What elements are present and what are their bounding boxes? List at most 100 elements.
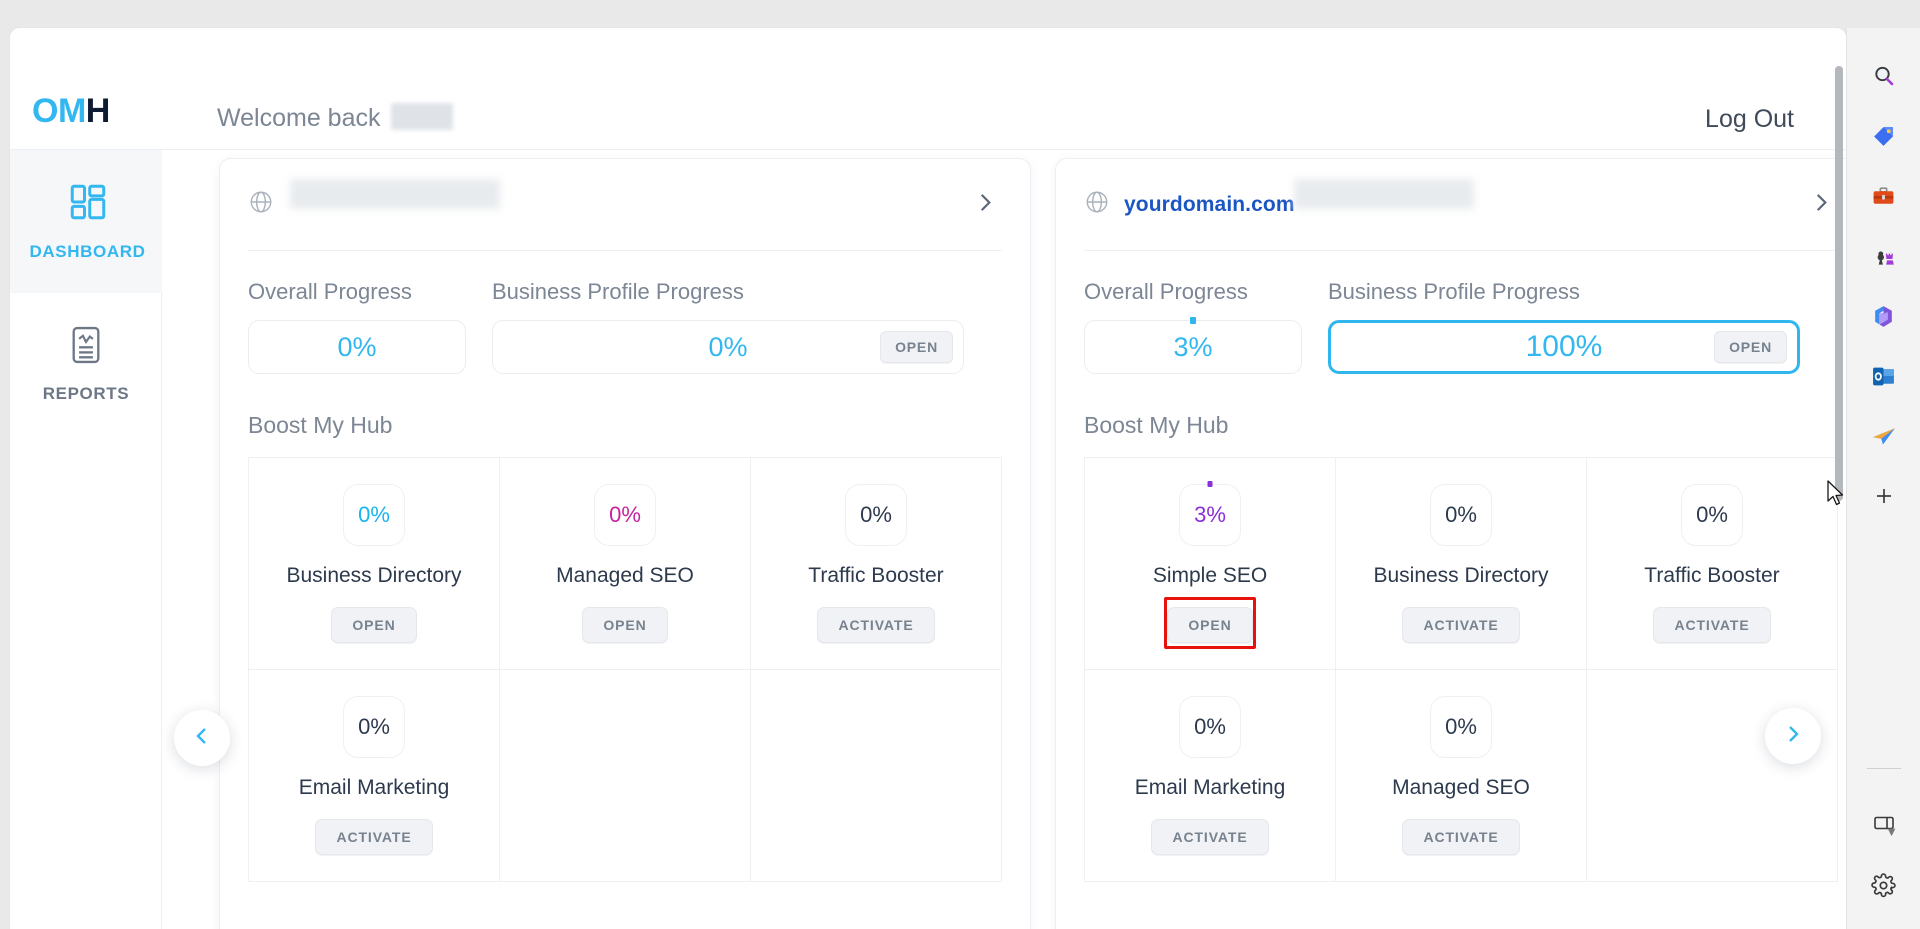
domain-open-chevron-icon[interactable] xyxy=(972,189,998,220)
boost-tile[interactable]: 0% Traffic Booster ACTIVATE xyxy=(1587,458,1838,670)
boost-tile-empty xyxy=(500,670,751,882)
page-scrollbar-thumb[interactable] xyxy=(1835,66,1843,501)
tile-action-button[interactable]: ACTIVATE xyxy=(817,607,935,643)
tile-action-button[interactable]: OPEN xyxy=(582,607,668,643)
overall-progress-box[interactable]: 0% xyxy=(248,320,466,374)
app-header: OMH Welcome back Log Out xyxy=(10,28,1846,150)
screen: OMH Welcome back Log Out DASHBOARD REPOR… xyxy=(0,0,1920,929)
progress-tick-marker xyxy=(1207,481,1213,487)
overall-progress-value: 3% xyxy=(1173,331,1213,362)
domain-card: yourdomain.com Overall Progress 3% Busin… xyxy=(1055,158,1846,929)
microsoft-365-icon[interactable] xyxy=(1866,298,1902,334)
tile-name: Email Marketing xyxy=(298,776,450,799)
boost-my-hub-title: Boost My Hub xyxy=(248,412,393,438)
boost-tile[interactable]: 3% Simple SEO OPEN xyxy=(1085,458,1336,670)
tile-progress-value: 0% xyxy=(1445,714,1477,739)
boost-tile[interactable]: 0% Managed SEO ACTIVATE xyxy=(1336,670,1587,882)
logout-button[interactable]: Log Out xyxy=(1705,105,1794,134)
tile-progress-value: 3% xyxy=(1194,502,1226,527)
redacted-domain xyxy=(290,179,500,209)
tile-name: Traffic Booster xyxy=(1644,564,1780,587)
tile-action-button[interactable]: ACTIVATE xyxy=(1402,819,1520,855)
boost-tile-grid: 3% Simple SEO OPEN 0% Business Directory… xyxy=(1084,457,1838,882)
tile-action-button[interactable]: OPEN xyxy=(1167,607,1253,643)
domain-card-header[interactable] xyxy=(248,159,1002,251)
progress-circle: 0% xyxy=(343,484,405,546)
add-plus-icon[interactable] xyxy=(1866,478,1902,514)
boost-my-hub-title: Boost My Hub xyxy=(1084,412,1229,438)
sidebar: DASHBOARD REPORTS xyxy=(10,150,162,929)
sidebar-item-reports-label: REPORTS xyxy=(42,384,130,403)
business-profile-progress-block: Business Profile Progress 100% OPEN xyxy=(1328,279,1800,374)
boost-tile[interactable]: 0% Email Marketing ACTIVATE xyxy=(249,670,500,882)
dashboard-grid-icon xyxy=(67,181,109,228)
tile-action-button[interactable]: ACTIVATE xyxy=(315,819,433,855)
progress-circle: 0% xyxy=(1430,484,1492,546)
overall-progress-block: Overall Progress 0% xyxy=(248,279,466,374)
progress-circle: 0% xyxy=(1430,696,1492,758)
search-icon[interactable] xyxy=(1866,58,1902,94)
business-profile-progress-value: 100% xyxy=(1525,330,1603,363)
tile-action-button[interactable]: ACTIVATE xyxy=(1151,819,1269,855)
chevron-right-icon xyxy=(1781,722,1805,751)
tile-name: Business Directory xyxy=(286,564,462,587)
carousel-prev-button[interactable] xyxy=(174,710,230,766)
business-profile-progress-label: Business Profile Progress xyxy=(492,279,744,304)
business-profile-progress-value: 0% xyxy=(708,331,748,362)
business-profile-progress-block: Business Profile Progress 0% OPEN xyxy=(492,279,964,374)
business-profile-progress-box[interactable]: 100% OPEN xyxy=(1328,320,1800,374)
sidebar-item-dashboard[interactable]: DASHBOARD xyxy=(10,150,162,293)
redacted-user-name xyxy=(390,102,453,130)
dashboard-content: Overall Progress 0% Business Profile Pro… xyxy=(162,150,1846,929)
tile-progress-value: 0% xyxy=(1696,502,1728,527)
report-document-icon xyxy=(67,325,105,370)
app-logo[interactable]: OMH xyxy=(32,94,110,128)
overall-progress-value: 0% xyxy=(337,331,377,362)
boost-tile-grid: 0% Business Directory OPEN 0% Managed SE… xyxy=(248,457,1002,882)
games-icon[interactable] xyxy=(1866,238,1902,274)
progress-circle: 0% xyxy=(343,696,405,758)
tile-action-button[interactable]: ACTIVATE xyxy=(1402,607,1520,643)
domain-card-header[interactable]: yourdomain.com xyxy=(1084,159,1838,251)
business-profile-progress-box[interactable]: 0% OPEN xyxy=(492,320,964,374)
welcome-message: Welcome back xyxy=(217,102,453,133)
domain-open-chevron-icon[interactable] xyxy=(1808,189,1834,220)
boost-tile[interactable]: 0% Traffic Booster ACTIVATE xyxy=(751,458,1002,670)
settings-gear-icon[interactable] xyxy=(1866,867,1902,903)
tile-name: Simple SEO xyxy=(1152,564,1268,587)
business-profile-progress-label: Business Profile Progress xyxy=(1328,279,1580,304)
business-profile-open-button[interactable]: OPEN xyxy=(880,331,953,363)
telegram-plane-icon[interactable] xyxy=(1866,418,1902,454)
mouse-cursor xyxy=(1826,480,1846,513)
overall-progress-box[interactable]: 3% xyxy=(1084,317,1302,374)
browser-sidebar: ▼ xyxy=(1846,28,1920,929)
boost-tile[interactable]: 0% Business Directory ACTIVATE xyxy=(1336,458,1587,670)
tile-name: Managed SEO xyxy=(1392,776,1530,799)
tile-progress-value: 0% xyxy=(358,502,390,527)
carousel-next-button[interactable] xyxy=(1765,708,1821,764)
redacted-domain xyxy=(1294,179,1474,209)
globe-icon xyxy=(1084,189,1110,220)
boost-tile[interactable]: 0% Email Marketing ACTIVATE xyxy=(1085,670,1336,882)
shopping-tag-icon[interactable] xyxy=(1866,118,1902,154)
tile-action-button[interactable]: OPEN xyxy=(331,607,417,643)
progress-row: Overall Progress 0% Business Profile Pro… xyxy=(248,279,1002,374)
progress-circle: 0% xyxy=(845,484,907,546)
outlook-icon[interactable] xyxy=(1866,358,1902,394)
browser-page: OMH Welcome back Log Out DASHBOARD REPOR… xyxy=(10,28,1846,929)
scroll-down-caret-icon[interactable]: ▼ xyxy=(1885,824,1898,839)
tile-name: Business Directory xyxy=(1373,564,1549,587)
sidebar-item-reports[interactable]: REPORTS xyxy=(10,293,162,436)
tile-progress-value: 0% xyxy=(358,714,390,739)
tile-progress-value: 0% xyxy=(1445,502,1477,527)
progress-row: Overall Progress 3% Business Profile Pro… xyxy=(1084,279,1838,374)
tile-action-button[interactable]: ACTIVATE xyxy=(1653,607,1771,643)
tile-name: Managed SEO xyxy=(556,564,694,587)
domain-carousel: Overall Progress 0% Business Profile Pro… xyxy=(162,150,1846,929)
browser-sidebar-bottom xyxy=(1866,764,1902,929)
business-profile-open-button[interactable]: OPEN xyxy=(1714,331,1787,363)
tools-briefcase-icon[interactable] xyxy=(1866,178,1902,214)
boost-tile[interactable]: 0% Managed SEO OPEN xyxy=(500,458,751,670)
logo-dark-part: H xyxy=(85,92,111,130)
boost-tile[interactable]: 0% Business Directory OPEN xyxy=(249,458,500,670)
